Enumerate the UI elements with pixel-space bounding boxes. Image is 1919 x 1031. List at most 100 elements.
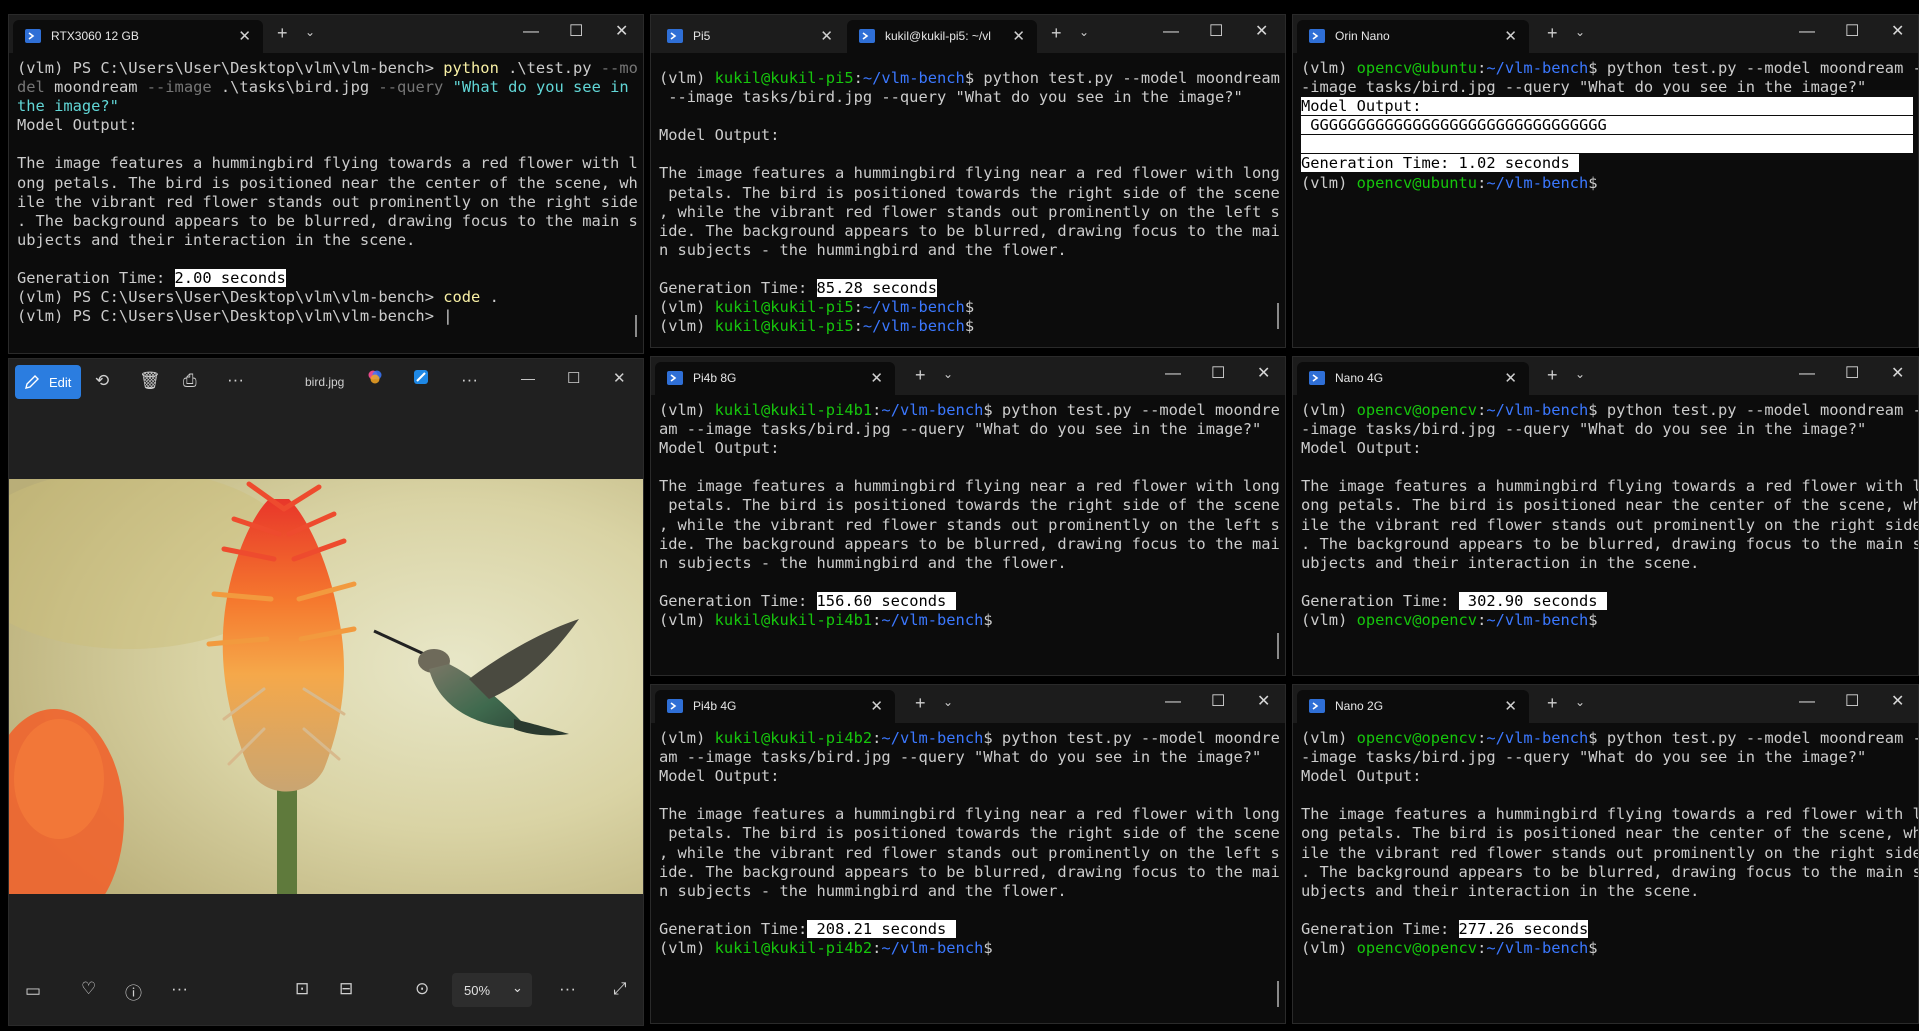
rotate-icon[interactable]: ⟲ — [95, 371, 109, 391]
close-window-icon[interactable]: ✕ — [1257, 365, 1270, 383]
scrollbar[interactable] — [1277, 633, 1279, 659]
new-tab-icon[interactable]: + — [915, 365, 926, 385]
maximize-icon[interactable]: ☐ — [1211, 693, 1225, 711]
visual-search-icon[interactable]: ⊡ — [295, 979, 309, 999]
close-tab-icon[interactable]: ✕ — [820, 27, 833, 45]
close-window-icon[interactable]: ✕ — [1891, 365, 1904, 383]
terminal-text: 277.26 seconds — [1458, 919, 1589, 938]
fullscreen-icon[interactable]: ⤢ — [613, 979, 627, 999]
terminal-text: (vlm) — [1301, 939, 1357, 958]
terminal-text: kukil@kukil-pi4b2 — [714, 939, 873, 958]
close-window-icon[interactable]: ✕ — [1891, 693, 1904, 711]
filmstrip-icon[interactable]: ▭ — [25, 981, 41, 1001]
close-window-icon[interactable]: ✕ — [1255, 23, 1268, 41]
terminal-line: ubjects and their interaction in the sce… — [1301, 554, 1910, 573]
minimize-icon[interactable]: — — [1799, 693, 1815, 711]
minimize-icon[interactable]: — — [1163, 23, 1179, 41]
terminal-output[interactable]: (vlm) kukil@kukil-pi4b1:~/vlm-bench$ pyt… — [651, 395, 1285, 675]
tab-pi5[interactable]: Pi5 ✕ — [655, 20, 845, 53]
tab-nano-4g[interactable]: Nano 4G ✕ — [1297, 362, 1529, 395]
terminal-text: am --image tasks/bird.jpg --query "What … — [659, 748, 1262, 767]
terminal-text: moondream — [44, 78, 147, 97]
terminal-text: kukil@kukil-pi4b1 — [714, 611, 873, 630]
info-icon[interactable]: ⓘ — [125, 979, 142, 1004]
tab-dropdown-icon[interactable]: ⌄ — [1575, 367, 1585, 381]
close-tab-icon[interactable]: ✕ — [1504, 697, 1517, 715]
new-tab-icon[interactable]: + — [1547, 693, 1558, 713]
close-tab-icon[interactable]: ✕ — [1012, 27, 1025, 45]
zoom-dropdown[interactable]: 50% ⌄ — [452, 973, 532, 1007]
terminal-line: Model Output: — [17, 116, 635, 135]
new-tab-icon[interactable]: + — [277, 23, 288, 43]
tab-dropdown-icon[interactable]: ⌄ — [305, 25, 315, 39]
terminal-output[interactable]: (vlm) kukil@kukil-pi4b2:~/vlm-bench$ pyt… — [651, 723, 1285, 1023]
designer-icon[interactable] — [413, 369, 429, 390]
copilot-icon[interactable] — [367, 369, 383, 390]
maximize-icon[interactable]: ☐ — [567, 369, 580, 387]
tab-rtx3060[interactable]: RTX3060 12 GB ✕ — [13, 20, 263, 53]
terminal-line: (vlm) kukil@kukil-pi5:~/vlm-bench$ — [659, 298, 1277, 317]
tab-dropdown-icon[interactable]: ⌄ — [943, 695, 953, 709]
scrollbar[interactable] — [635, 315, 637, 337]
close-window-icon[interactable]: ✕ — [1891, 23, 1904, 41]
tab-pi4b-4g[interactable]: Pi4b 4G ✕ — [655, 690, 895, 723]
tab-pi4b-8g[interactable]: Pi4b 8G ✕ — [655, 362, 895, 395]
new-tab-icon[interactable]: + — [1547, 23, 1558, 43]
new-tab-icon[interactable]: + — [1547, 365, 1558, 385]
more-icon[interactable]: ··· — [171, 979, 188, 999]
tab-dropdown-icon[interactable]: ⌄ — [943, 367, 953, 381]
close-tab-icon[interactable]: ✕ — [238, 27, 251, 45]
more-icon[interactable]: ··· — [227, 370, 244, 390]
tab-orin-nano[interactable]: Orin Nano ✕ — [1297, 20, 1529, 53]
maximize-icon[interactable]: ☐ — [1211, 365, 1225, 383]
more-icon[interactable]: ··· — [559, 979, 576, 999]
minimize-icon[interactable]: — — [521, 370, 535, 386]
maximize-icon[interactable]: ☐ — [1845, 365, 1859, 383]
file-name: bird.jpg — [305, 375, 345, 389]
maximize-icon[interactable]: ☐ — [569, 23, 583, 41]
close-window-icon[interactable]: ✕ — [615, 23, 628, 41]
minimize-icon[interactable]: — — [523, 23, 539, 41]
terminal-text: (vlm) — [1301, 611, 1357, 630]
scrollbar[interactable] — [1277, 981, 1279, 1007]
tab-dropdown-icon[interactable]: ⌄ — [1575, 695, 1585, 709]
minimize-icon[interactable]: — — [1799, 23, 1815, 41]
terminal-output[interactable]: (vlm) opencv@opencv:~/vlm-bench$ python … — [1293, 395, 1918, 675]
terminal-output[interactable]: (vlm) opencv@opencv:~/vlm-bench$ python … — [1293, 723, 1918, 1023]
favorite-icon[interactable]: ♡ — [81, 979, 96, 999]
terminal-text: ide. The background appears to be blurre… — [659, 862, 1280, 881]
text-extract-icon[interactable]: ⊟ — [339, 979, 353, 999]
delete-icon[interactable]: 🗑 — [139, 371, 161, 391]
terminal-line: ong petals. The bird is positioned near … — [1301, 496, 1918, 515]
tab-nano-2g[interactable]: Nano 2G ✕ — [1297, 690, 1529, 723]
close-window-icon[interactable]: ✕ — [1257, 693, 1270, 711]
close-tab-icon[interactable]: ✕ — [870, 697, 883, 715]
new-tab-icon[interactable]: + — [1051, 23, 1062, 43]
maximize-icon[interactable]: ☐ — [1845, 23, 1859, 41]
tab-kukil-pi5[interactable]: kukil@kukil-pi5: ~/vl ✕ — [847, 20, 1037, 53]
new-tab-icon[interactable]: + — [915, 693, 926, 713]
tab-dropdown-icon[interactable]: ⌄ — [1079, 25, 1089, 39]
close-tab-icon[interactable]: ✕ — [1504, 369, 1517, 387]
minimize-icon[interactable]: — — [1165, 693, 1181, 711]
close-tab-icon[interactable]: ✕ — [870, 369, 883, 387]
terminal-output[interactable]: (vlm) kukil@kukil-pi5:~/vlm-bench$ pytho… — [651, 53, 1285, 347]
terminal-text: : — [1477, 401, 1487, 419]
close-window-icon[interactable]: ✕ — [613, 369, 626, 387]
terminal-text: n subjects - the hummingbird and the flo… — [659, 240, 1067, 259]
scrollbar[interactable] — [1277, 303, 1279, 329]
tab-dropdown-icon[interactable]: ⌄ — [1575, 25, 1585, 39]
terminal-output[interactable]: (vlm) opencv@ubuntu:~/vlm-bench$ python … — [1293, 53, 1918, 347]
terminal-text: (vlm) — [659, 729, 715, 747]
maximize-icon[interactable]: ☐ — [1209, 23, 1223, 41]
minimize-icon[interactable]: — — [1799, 365, 1815, 383]
terminal-output[interactable]: (vlm) PS C:\Users\User\Desktop\vlm\vlm-b… — [9, 53, 643, 353]
minimize-icon[interactable]: — — [1165, 365, 1181, 383]
maximize-icon[interactable]: ☐ — [1845, 693, 1859, 711]
edit-button[interactable]: Edit — [15, 365, 81, 399]
more-icon[interactable]: ··· — [461, 370, 478, 390]
close-tab-icon[interactable]: ✕ — [1504, 27, 1517, 45]
fit-icon[interactable]: ⊙ — [415, 979, 429, 999]
print-icon[interactable]: ⎙ — [183, 371, 197, 391]
